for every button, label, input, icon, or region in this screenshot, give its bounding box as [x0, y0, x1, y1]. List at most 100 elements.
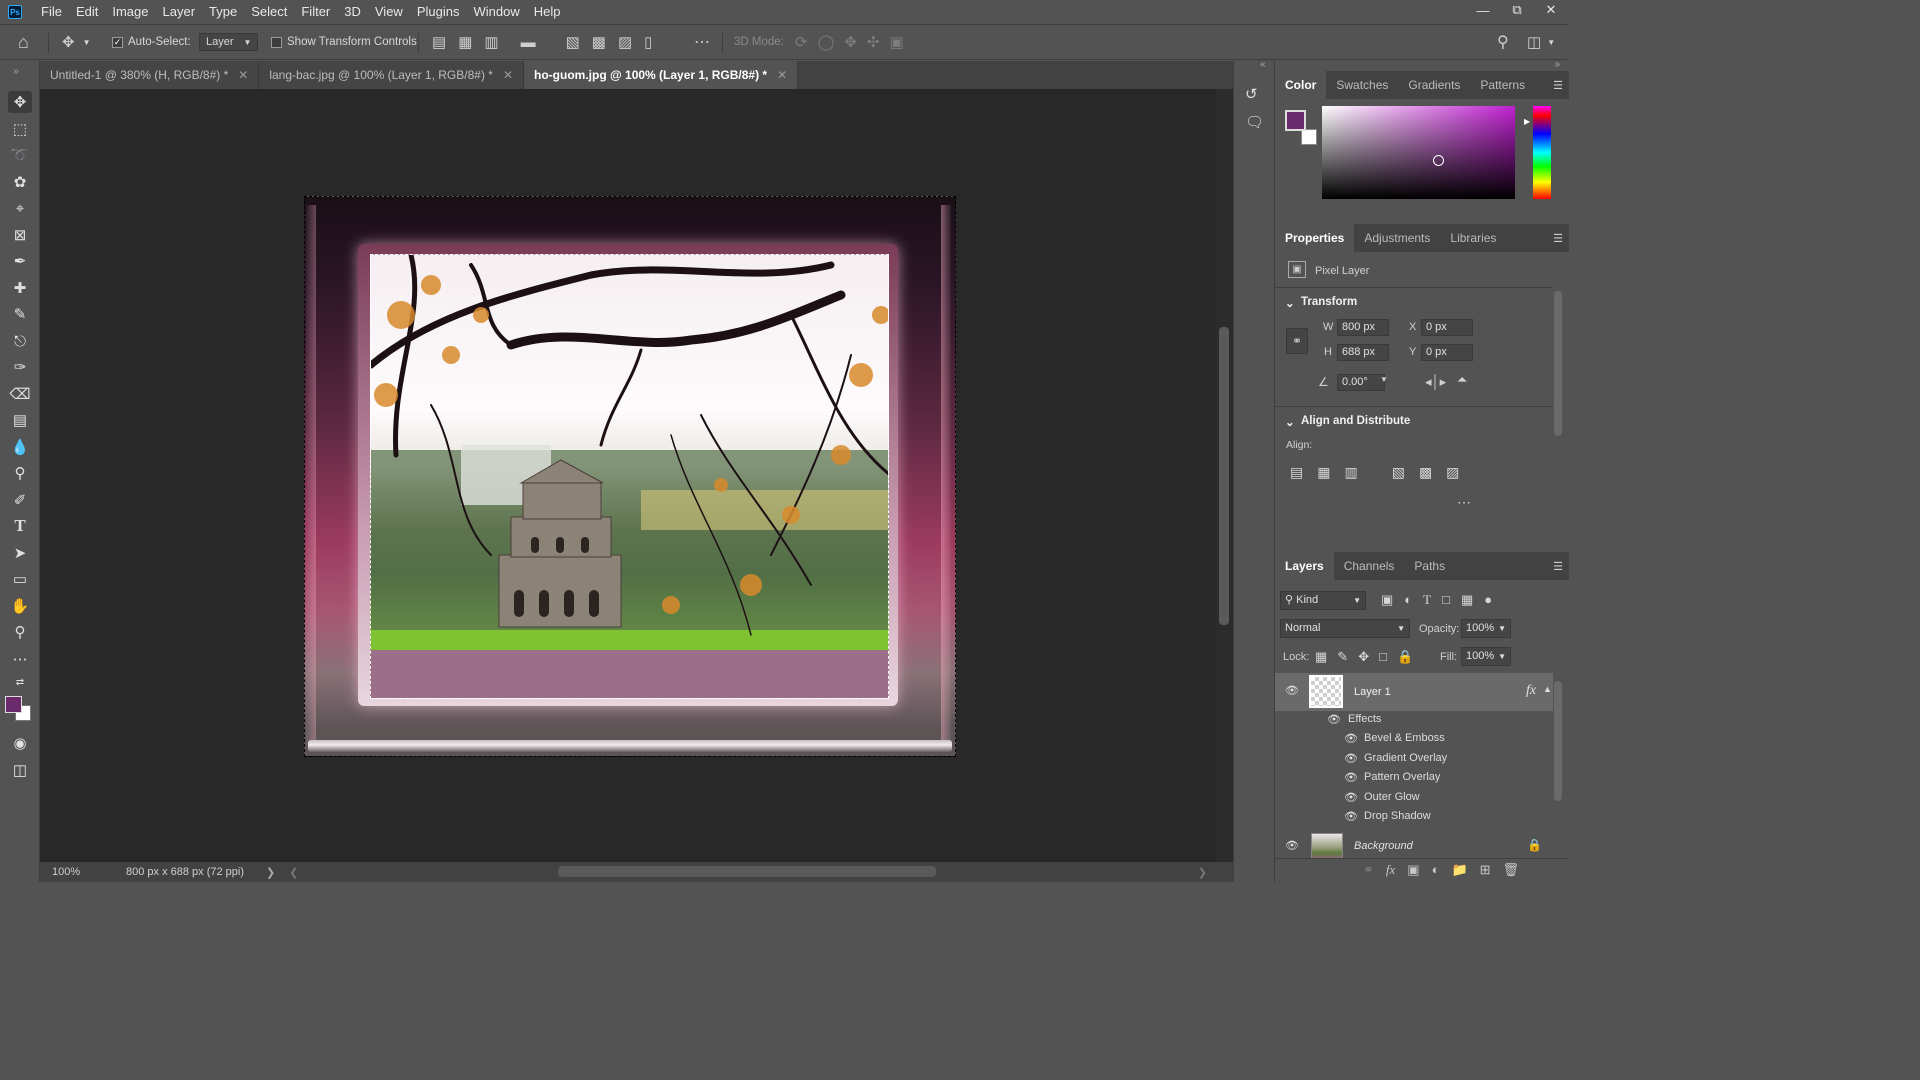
link-icon[interactable]: ⚭ [1286, 328, 1308, 354]
foreground-color-swatch[interactable] [5, 696, 22, 713]
layer-effects-icon[interactable]: fx [1526, 683, 1536, 699]
screen-mode-icon[interactable]: ◫ [8, 759, 32, 781]
expand-panel-icon[interactable]: » [4, 60, 28, 82]
marquee-tool-icon[interactable]: ⬚ [8, 118, 32, 140]
close-tab-icon[interactable]: ✕ [503, 68, 513, 82]
layer-name[interactable]: Layer 1 [1354, 686, 1391, 698]
menu-select[interactable]: Select [244, 0, 294, 24]
brush-tool-icon[interactable]: ✎ [8, 303, 32, 325]
more-align-options-icon[interactable]: ⋯ [1457, 494, 1471, 511]
effect-row[interactable]: 👁 Gradient Overlay [1275, 748, 1555, 768]
menu-3d[interactable]: 3D [337, 0, 368, 24]
eyedropper-tool-icon[interactable]: ✒ [8, 250, 32, 272]
layer-filter-dropdown[interactable]: ⚲ Kind ▼ [1280, 591, 1366, 610]
align-title[interactable]: Align and Distribute [1301, 415, 1410, 427]
comments-icon[interactable]: 🗨 [1245, 113, 1264, 131]
visibility-eye-icon[interactable]: 👁 [1344, 752, 1358, 765]
history-icon[interactable]: ↺ [1245, 85, 1258, 103]
workspace-switcher[interactable]: ◫ ▼ [1527, 25, 1555, 59]
properties-scrollbar[interactable] [1554, 291, 1562, 436]
hand-tool-icon[interactable]: ✋ [8, 595, 32, 617]
add-mask-icon[interactable]: ▣ [1407, 862, 1419, 878]
fill-input[interactable]: 100% ▼ [1461, 647, 1511, 666]
x-input[interactable]: 0 px [1421, 319, 1473, 336]
close-tab-icon[interactable]: ✕ [777, 68, 787, 82]
slide-3d-icon[interactable]: ✣ [867, 33, 880, 51]
chevron-down-icon[interactable]: ▼ [1380, 375, 1388, 384]
align-top-icon[interactable]: ▧ [566, 33, 580, 51]
color-panel-background-swatch[interactable] [1301, 129, 1317, 145]
flip-vertical-icon[interactable]: ⏶ [1457, 372, 1467, 388]
align-horizontal-centers-icon[interactable]: ▦ [1317, 464, 1330, 481]
tab-layers[interactable]: Layers [1275, 552, 1334, 580]
swap-colors-icon[interactable]: ⇄ [8, 675, 32, 689]
effects-row[interactable]: 👁 Effects [1275, 709, 1555, 729]
align-section-chevron-icon[interactable]: ⌄ [1285, 415, 1295, 429]
show-transform-checkbox[interactable]: Show Transform Controls [271, 25, 417, 59]
align-center-icon[interactable]: ▦ [458, 33, 472, 51]
lock-all-icon[interactable]: 🔒 [1397, 649, 1413, 665]
more-options-icon[interactable]: ⋯ [694, 25, 710, 59]
type-tool-icon[interactable]: T [8, 515, 32, 537]
visibility-eye-icon[interactable]: 👁 [1344, 810, 1358, 823]
visibility-eye-icon[interactable]: 👁 [1344, 791, 1358, 804]
restore-icon[interactable]: ⧉ [1500, 0, 1534, 20]
new-layer-icon[interactable]: ⊞ [1480, 862, 1491, 878]
collapse-effects-icon[interactable]: ▲ [1543, 684, 1552, 694]
filter-type-icon[interactable]: T [1423, 592, 1431, 608]
tab-untitled-1[interactable]: Untitled-1 @ 380% (H, RGB/8#) * ✕ [40, 61, 260, 89]
layer-name[interactable]: Background [1354, 840, 1413, 852]
height-input[interactable]: 688 px [1337, 344, 1389, 361]
opacity-input[interactable]: 100% ▼ [1461, 619, 1511, 638]
horizontal-scroll-thumb[interactable] [558, 866, 936, 877]
gradient-tool-icon[interactable]: ▤ [8, 409, 32, 431]
effect-row[interactable]: 👁 Bevel & Emboss [1275, 728, 1555, 748]
distribute-vertical-icon[interactable]: ▯ [644, 33, 652, 51]
y-input[interactable]: 0 px [1421, 344, 1473, 361]
panel-menu-icon[interactable]: ☰ [1553, 232, 1563, 245]
hue-slider[interactable] [1533, 106, 1551, 199]
tab-swatches[interactable]: Swatches [1326, 71, 1398, 99]
stamp-tool-icon[interactable]: ⎋ [8, 330, 32, 352]
collapse-dock-icon[interactable]: » [1554, 59, 1560, 70]
color-field[interactable] [1322, 106, 1515, 199]
hue-slider-handle[interactable]: ▶ [1524, 117, 1530, 126]
auto-select-checkbox[interactable]: ✓ Auto-Select: [112, 25, 191, 59]
move-tool-preset-icon[interactable]: ✥ ▼ [62, 25, 91, 59]
lasso-tool-icon[interactable]: ➰ [8, 144, 32, 166]
visibility-eye-icon[interactable]: 👁 [1327, 713, 1341, 726]
menu-edit[interactable]: Edit [69, 0, 105, 24]
path-select-tool-icon[interactable]: ➤ [8, 542, 32, 564]
align-bottom-edges-icon[interactable]: ▨ [1446, 464, 1459, 481]
more-tools-icon[interactable]: ⋯ [8, 648, 32, 670]
color-panel-foreground-swatch[interactable] [1285, 110, 1306, 131]
angle-input[interactable]: 0.00° [1337, 374, 1385, 391]
effect-row[interactable]: 👁 Outer Glow [1275, 787, 1555, 807]
filter-toggle-icon[interactable]: ● [1484, 592, 1492, 608]
zoom-level[interactable]: 100% [52, 866, 112, 878]
tab-ho-guom[interactable]: ho-guom.jpg @ 100% (Layer 1, RGB/8#) * ✕ [524, 61, 799, 89]
transform-section-chevron-icon[interactable]: ⌄ [1285, 296, 1295, 310]
effect-row[interactable]: 👁 Pattern Overlay [1275, 767, 1555, 787]
delete-layer-icon[interactable]: 🗑 [1503, 862, 1520, 878]
filter-pixel-icon[interactable]: ▣ [1381, 592, 1393, 608]
menu-file[interactable]: File [34, 0, 69, 24]
eraser-tool-icon[interactable]: ⌫ [8, 383, 32, 405]
vertical-scroll-thumb[interactable] [1219, 327, 1229, 625]
quick-mask-icon[interactable]: ◉ [8, 732, 32, 754]
new-group-icon[interactable]: 📁 [1451, 862, 1467, 878]
frame-tool-icon[interactable]: ⊠ [8, 224, 32, 246]
rectangle-tool-icon[interactable]: ▭ [8, 568, 32, 590]
menu-type[interactable]: Type [202, 0, 244, 24]
orbit-3d-icon[interactable]: ⟳ [795, 33, 808, 51]
pan-3d-icon[interactable]: ✥ [844, 33, 857, 51]
align-vertical-centers-icon[interactable]: ▩ [1419, 464, 1432, 481]
move-tool-icon[interactable]: ✥ [8, 91, 32, 113]
visibility-eye-icon[interactable]: 👁 [1285, 684, 1299, 697]
pen-tool-icon[interactable]: ✐ [8, 489, 32, 511]
align-middle-icon[interactable]: ▩ [592, 33, 606, 51]
layer-row-layer-1[interactable]: 👁 Layer 1 fx ▲ [1275, 673, 1553, 711]
scroll-left-icon[interactable]: ❮ [289, 866, 298, 879]
history-brush-tool-icon[interactable]: ✑ [8, 356, 32, 378]
lock-transparent-icon[interactable]: ▦ [1315, 649, 1327, 665]
